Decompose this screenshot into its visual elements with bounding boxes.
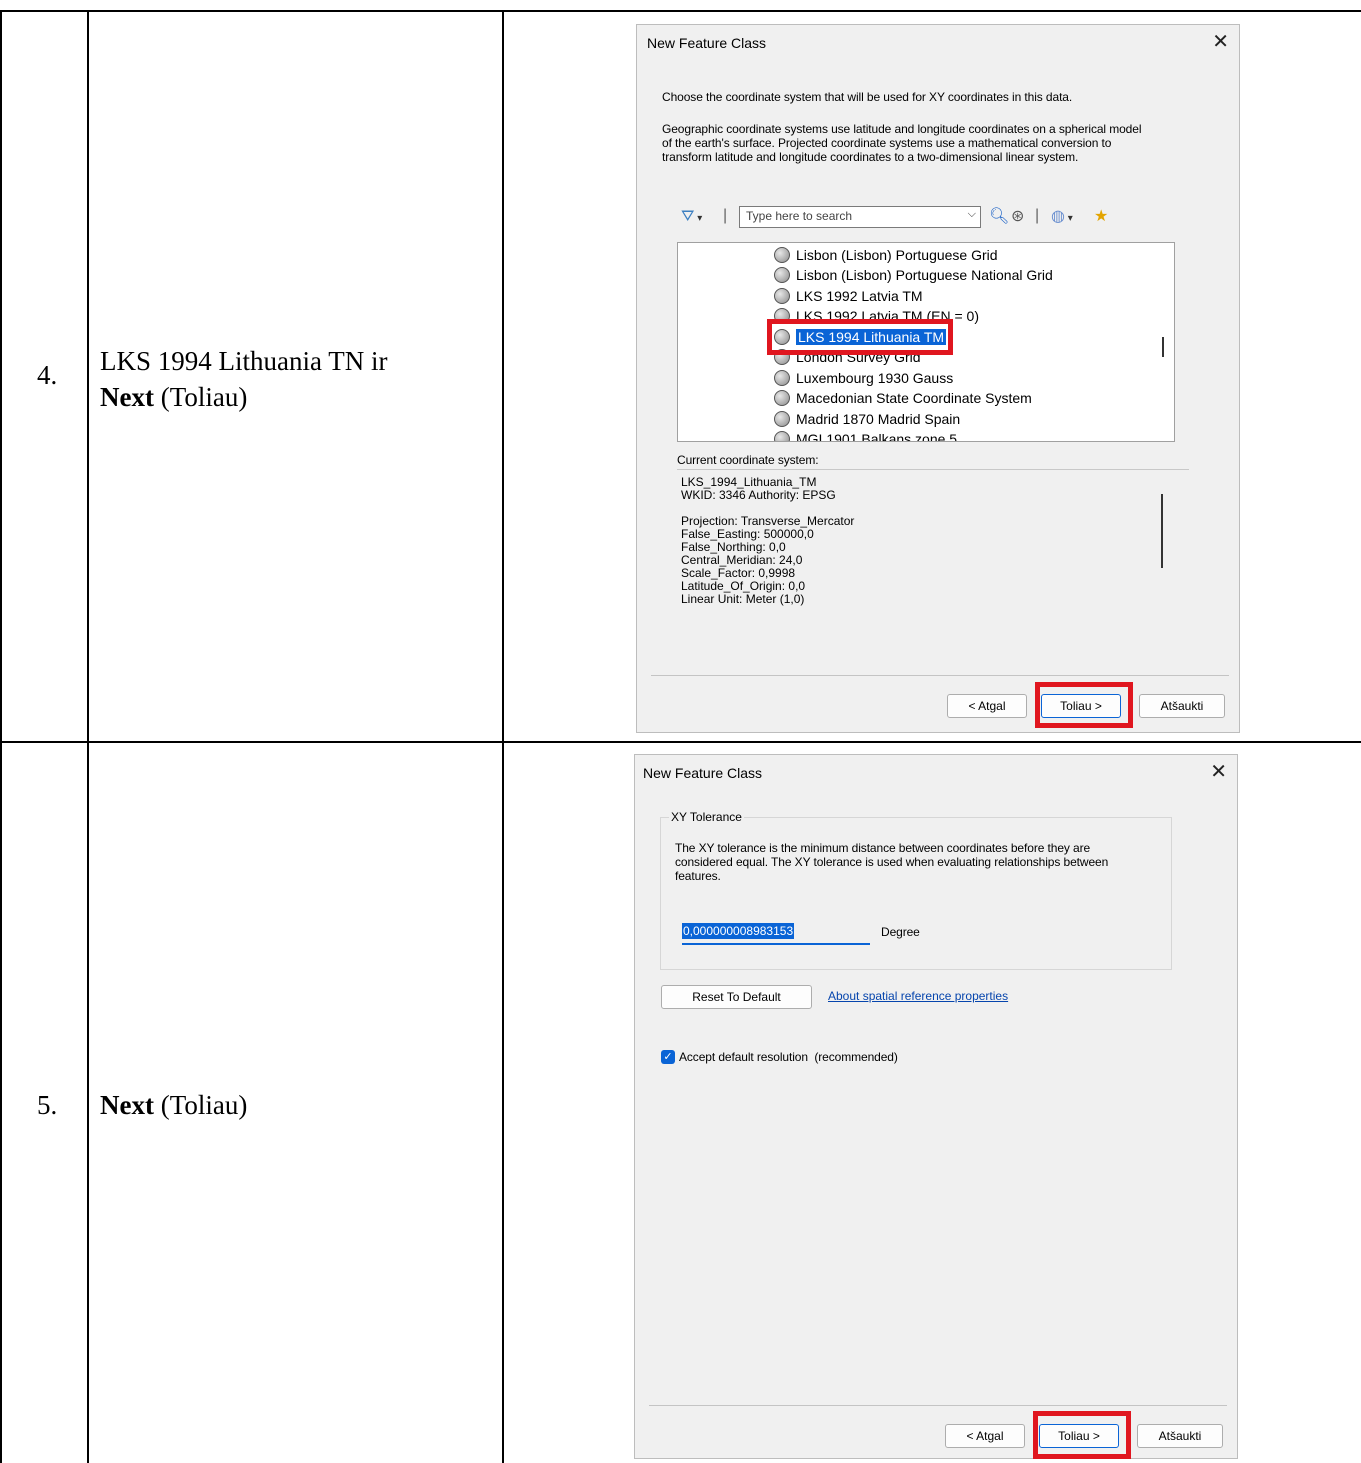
clear-search-icon[interactable]: ⊛ (1011, 208, 1024, 226)
list-item[interactable]: Lisbon (Lisbon) Portuguese National Grid (774, 265, 1053, 285)
unit-label: Degree (881, 925, 920, 939)
list-item[interactable]: Luxembourg 1930 Gauss (774, 368, 953, 388)
list-item[interactable]: London Survey Grid (774, 347, 921, 367)
step-number: 5. (37, 1090, 58, 1120)
info-line: WKID: 3346 Authority: EPSG (681, 488, 836, 502)
description-line: of the earth's surface. Projected coordi… (662, 136, 1112, 150)
coordinate-system-list[interactable]: Lisbon (Lisbon) Portuguese Grid Lisbon (… (677, 242, 1175, 442)
current-system-label: Current coordinate system: (677, 453, 819, 467)
step-instruction: Next (Toliau) (100, 1087, 490, 1123)
globe-icon (774, 349, 790, 365)
list-item[interactable]: Madrid 1870 Madrid Spain (774, 409, 960, 429)
current-system-details: LKS_1994_Lithuania_TM WKID: 3346 Authori… (677, 469, 1189, 649)
search-placeholder: Type here to search (746, 209, 853, 223)
info-line: Linear Unit: Meter (1,0) (681, 592, 805, 606)
about-spatial-reference-link[interactable]: About spatial reference properties (828, 989, 1008, 1003)
description-line: The XY tolerance is the minimum distance… (675, 841, 1091, 855)
group-title: XY Tolerance (669, 810, 744, 824)
step-text-plain: LKS 1994 Lithuania TN ir (100, 346, 388, 376)
list-item[interactable]: Lisbon (Lisbon) Portuguese Grid (774, 245, 998, 265)
globe-icon (774, 308, 790, 324)
back-button[interactable]: < Atgal (947, 694, 1027, 718)
description-line: features. (675, 869, 721, 883)
cancel-button[interactable]: Atšaukti (1139, 694, 1225, 718)
globe-icon (774, 390, 790, 406)
step-number: 4. (37, 360, 58, 390)
reset-to-default-button[interactable]: Reset To Default (661, 985, 812, 1009)
next-button[interactable]: Toliau > (1041, 694, 1121, 718)
favorite-star-icon[interactable]: ★ (1094, 208, 1108, 226)
chevron-down-icon[interactable]: ⌵ (968, 208, 976, 221)
table-row-divider (0, 741, 1361, 743)
next-button[interactable]: Toliau > (1039, 1424, 1119, 1448)
table-border-top (0, 10, 1361, 12)
new-feature-class-dialog-coordinate: New Feature Class ✕ Choose the coordinat… (636, 24, 1240, 733)
step-text-after: (Toliau) (160, 1090, 248, 1120)
close-icon[interactable]: ✕ (1210, 759, 1227, 784)
separator (649, 1405, 1227, 1406)
globe-icon (774, 267, 790, 283)
separator (651, 675, 1229, 676)
globe-icon (774, 329, 790, 345)
globe-icon (774, 431, 790, 441)
search-input[interactable]: Type here to search ⌵ (739, 206, 981, 228)
step-text-bold: Next (100, 382, 154, 412)
toolbar-separator: | (723, 207, 728, 224)
toolbar-separator: | (1035, 207, 1040, 224)
dialog-title: New Feature Class (643, 765, 763, 781)
back-button[interactable]: < Atgal (945, 1424, 1025, 1448)
cancel-button[interactable]: Atšaukti (1137, 1424, 1223, 1448)
intro-text: Choose the coordinate system that will b… (662, 90, 1073, 104)
list-item[interactable]: LKS 1992 Latvia TM (774, 286, 923, 306)
globe-icon (774, 247, 790, 263)
xy-tolerance-field[interactable]: 0,000000008983153 (682, 921, 870, 945)
search-icon[interactable]: 🔍︎ (989, 208, 1009, 226)
globe-icon (774, 288, 790, 304)
list-item[interactable]: Macedonian State Coordinate System (774, 388, 1032, 408)
step-instruction: LKS 1994 Lithuania TN ir Next (Toliau) (100, 343, 490, 415)
list-item[interactable]: LKS 1992 Latvia TM (EN = 0) (774, 306, 979, 326)
description-line: transform latitude and longitude coordin… (662, 150, 1079, 164)
accept-default-resolution-checkbox[interactable]: ✓ (661, 1050, 675, 1064)
description-line: considered equal. The XY tolerance is us… (675, 855, 1109, 869)
close-icon[interactable]: ✕ (1212, 29, 1229, 54)
new-feature-class-dialog-tolerance: New Feature Class ✕ XY Tolerance The XY … (634, 754, 1238, 1459)
checkbox-label: Accept default resolution (recommended) (679, 1050, 898, 1064)
table-col-divider-1 (87, 10, 89, 1463)
scrollbar[interactable] (1162, 337, 1164, 357)
dialog-title: New Feature Class (647, 35, 767, 51)
list-item-selected[interactable]: LKS 1994 Lithuania TM (774, 327, 948, 347)
xy-tolerance-group (660, 817, 1172, 970)
table-border-left (0, 10, 2, 1463)
globe-icon[interactable]: ◍ ▾ (1051, 208, 1073, 228)
globe-icon (774, 411, 790, 427)
filter-icon[interactable]: ⛛ ▾ (681, 208, 702, 228)
tolerance-value: 0,000000008983153 (682, 923, 795, 939)
scrollbar[interactable] (1161, 494, 1163, 568)
table-col-divider-2 (502, 10, 504, 1463)
globe-icon (774, 370, 790, 386)
list-item[interactable]: MGI 1901 Balkans zone 5 (774, 429, 957, 441)
step-text-after: (Toliau) (160, 382, 248, 412)
description-line: Geographic coordinate systems use latitu… (662, 122, 1142, 136)
step-text-bold: Next (100, 1090, 154, 1120)
